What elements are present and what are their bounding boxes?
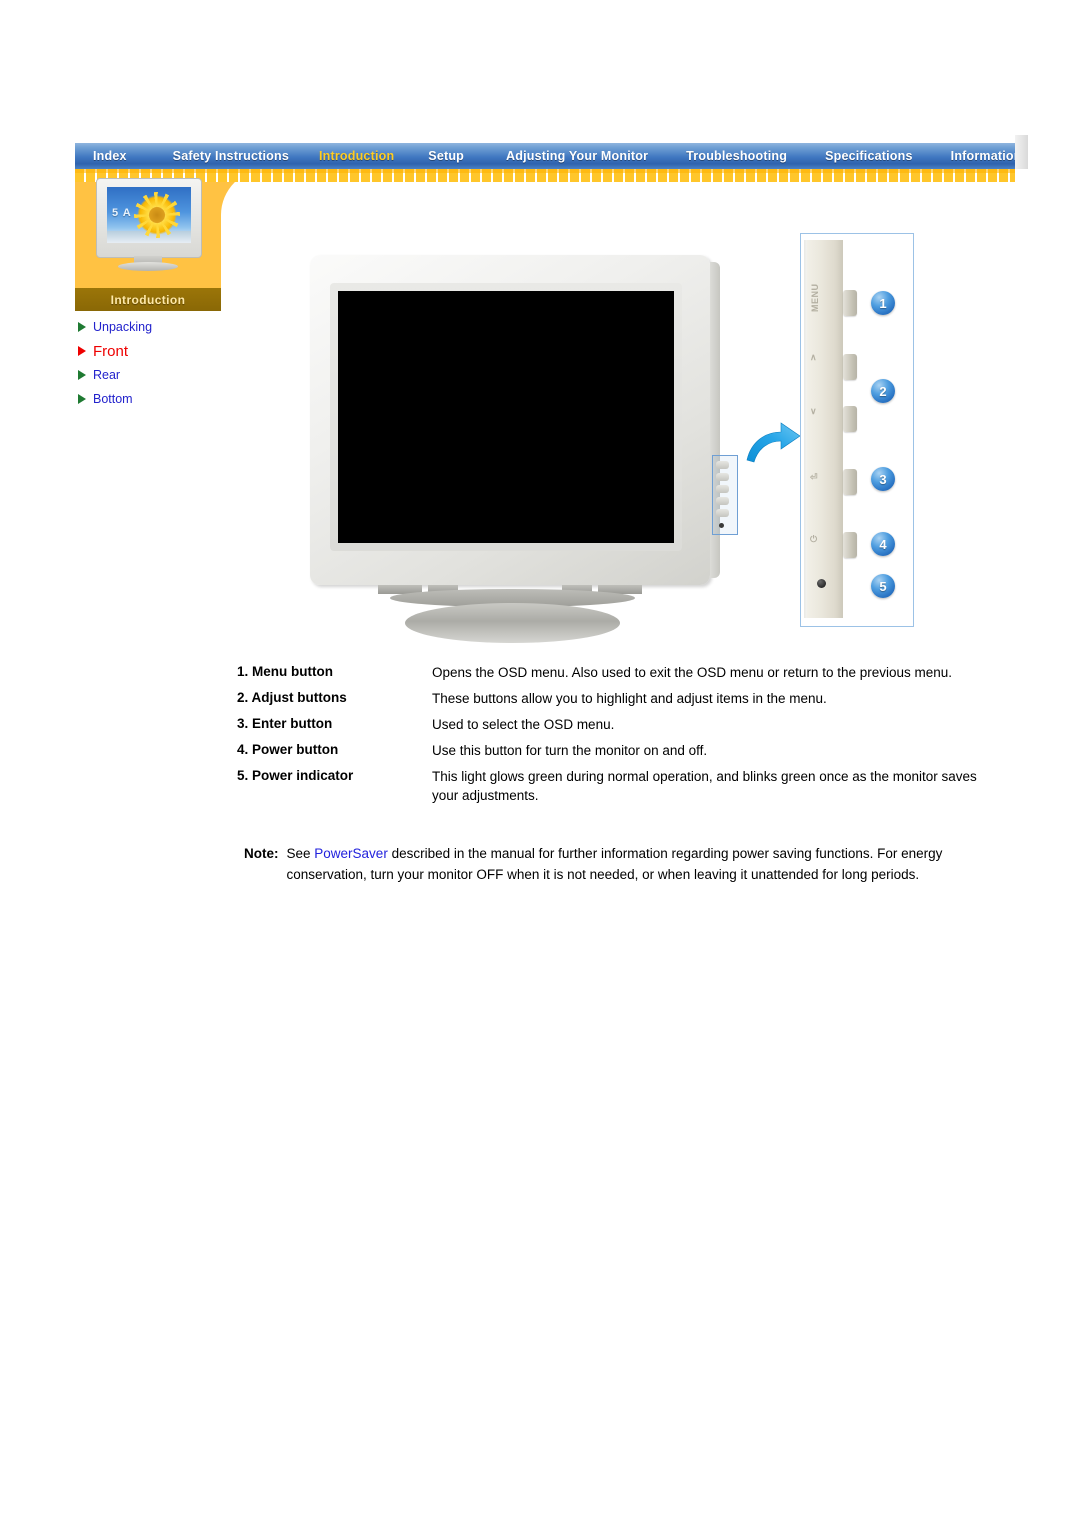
osd-enter-button[interactable] [843, 469, 857, 495]
nav-item-setup[interactable]: Setup [428, 149, 464, 163]
sidebar-item-front[interactable]: Front [78, 339, 248, 363]
sidebar-item-unpacking[interactable]: Unpacking [78, 315, 248, 339]
osd-label-power: ⏻ [810, 534, 818, 544]
monitor-stand-base [405, 603, 620, 643]
description-term: 1. Menu button [237, 664, 333, 679]
nav-item-introduction[interactable]: Introduction [319, 149, 394, 163]
description-term: 5. Power indicator [237, 768, 354, 783]
osd-label-up: ∧ [810, 352, 818, 362]
sidebar-section-caption-text: Introduction [110, 292, 186, 307]
zoom-arrow-icon [746, 422, 801, 463]
yellow-band-shadow [75, 169, 1015, 173]
arrow-bullet-icon [78, 370, 86, 380]
nav-item-information[interactable]: Information [951, 149, 1022, 163]
table-row: 1. Menu button Opens the OSD menu. Also … [237, 663, 977, 682]
sun-core-icon [149, 207, 165, 223]
description-definition: Use this button for turn the monitor on … [432, 743, 708, 758]
table-row: 2. Adjust buttons These buttons allow yo… [237, 689, 977, 708]
osd-menu-button[interactable] [843, 290, 857, 316]
nav-item-specifications[interactable]: Specifications [825, 149, 913, 163]
description-definition: This light glows green during normal ope… [432, 769, 977, 803]
table-row: 3. Enter button Used to select the OSD m… [237, 715, 977, 734]
sidebar-item-rear[interactable]: Rear [78, 363, 248, 387]
callout-2: 2 [871, 379, 895, 403]
arrow-bullet-icon [78, 322, 86, 332]
button-description-table: 1. Menu button Opens the OSD menu. Also … [237, 663, 977, 812]
power-indicator-led [719, 523, 724, 528]
description-term: 2. Adjust buttons [237, 690, 347, 705]
callout-1: 1 [871, 291, 895, 315]
thumbnail-screen-text: 5 A [112, 207, 132, 219]
table-row: 5. Power indicator This light glows gree… [237, 767, 977, 805]
powersaver-link[interactable]: PowerSaver [314, 846, 388, 861]
sidebar-item-label: Front [93, 342, 129, 360]
osd-label-down: ∨ [810, 406, 818, 416]
monitor-case [310, 255, 738, 585]
description-definition: Used to select the OSD menu. [432, 717, 615, 732]
description-term: 3. Enter button [237, 716, 333, 731]
osd-control-panel-callout: MENU ∧ ∨ ⏎ ⏻ 1 2 3 4 5 [800, 233, 914, 627]
callout-5: 5 [871, 574, 895, 598]
control-nub [716, 509, 729, 517]
nav-item-adjusting-your-monitor[interactable]: Adjusting Your Monitor [506, 149, 648, 163]
monitor-front-illustration [310, 255, 738, 645]
description-definition: These buttons allow you to highlight and… [432, 691, 827, 706]
monitor-screen [338, 291, 674, 543]
callout-3: 3 [871, 467, 895, 491]
osd-up-button[interactable] [843, 354, 857, 380]
nav-corner-decoration [1015, 135, 1028, 169]
note-text-before: See [286, 846, 315, 861]
nav-item-safety-instructions[interactable]: Safety Instructions [173, 149, 289, 163]
top-navigation: Index Safety Instructions Introduction S… [75, 135, 1028, 169]
sidebar-section-caption: Introduction [75, 288, 221, 311]
osd-down-button[interactable] [843, 406, 857, 432]
nav-item-index[interactable]: Index [93, 149, 127, 163]
sidebar-thumbnail-image: 5 A [88, 178, 208, 274]
thumbnail-monitor-screen: 5 A [107, 187, 191, 243]
osd-label-enter: ⏎ [810, 472, 819, 482]
sidebar-item-label: Rear [93, 368, 121, 382]
control-nub [716, 473, 729, 481]
control-nub [716, 485, 729, 493]
osd-power-button[interactable] [843, 532, 857, 558]
description-term: 4. Power button [237, 742, 339, 757]
arrow-bullet-icon [78, 394, 86, 404]
nav-item-troubleshooting[interactable]: Troubleshooting [686, 149, 787, 163]
note-block: Note: See PowerSaver described in the ma… [244, 843, 974, 885]
sidebar-item-label: Bottom [93, 392, 133, 406]
thumbnail-monitor-body: 5 A [96, 178, 202, 258]
sidebar-item-label: Unpacking [93, 320, 153, 334]
control-nub [716, 497, 729, 505]
note-label: Note: [244, 846, 279, 861]
osd-power-indicator-led [817, 579, 826, 588]
note-text: See PowerSaver described in the manual f… [287, 843, 975, 885]
navigation-bar: Index Safety Instructions Introduction S… [75, 143, 1021, 169]
thumbnail-monitor-base [118, 262, 178, 271]
sidebar-item-bottom[interactable]: Bottom [78, 387, 248, 411]
table-row: 4. Power button Use this button for turn… [237, 741, 977, 760]
osd-label-menu: MENU [810, 283, 820, 313]
description-definition: Opens the OSD menu. Also used to exit th… [432, 665, 953, 680]
arrow-bullet-icon [78, 346, 86, 356]
sidebar-link-list: Unpacking Front Rear Bottom [78, 315, 248, 411]
callout-4: 4 [871, 532, 895, 556]
control-nub [716, 461, 729, 469]
